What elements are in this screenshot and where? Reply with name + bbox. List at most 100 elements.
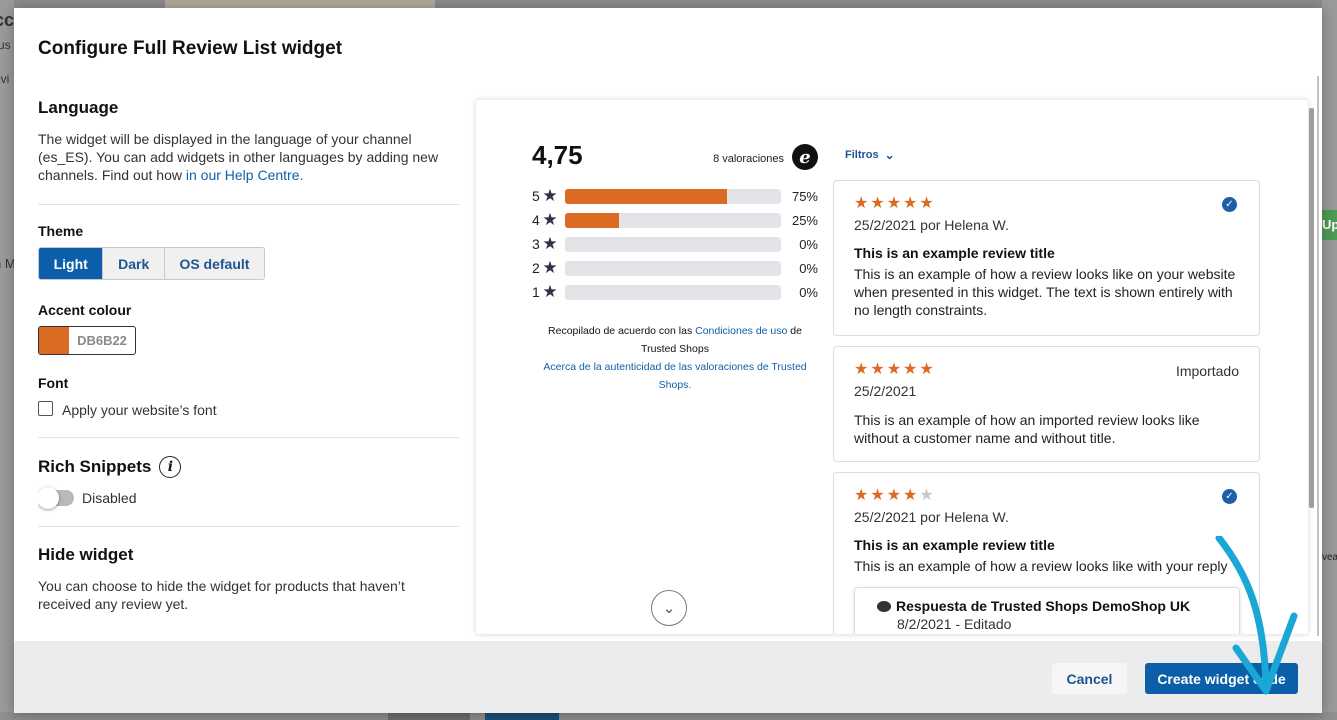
review-card: ★★★★★ ✓ 25/2/2021 por Helena W. This is … bbox=[833, 180, 1260, 336]
apply-font-checkbox[interactable] bbox=[38, 401, 53, 416]
rich-snippets-heading: Rich Snippets bbox=[38, 457, 152, 476]
background-bottom-bar bbox=[0, 712, 1337, 720]
rich-snippets-status: Disabled bbox=[82, 490, 137, 506]
authenticity-link[interactable]: Acerca de la autenticidad de las valorac… bbox=[543, 361, 806, 391]
preview-scrollbar[interactable] bbox=[1309, 108, 1314, 508]
rating-bar-row[interactable]: 3 ★ 0% bbox=[532, 232, 818, 256]
modal-footer: Cancel Create widget code bbox=[14, 641, 1322, 713]
hide-widget-description: You can choose to hide the widget for pr… bbox=[38, 578, 405, 612]
background-top-bar bbox=[165, 0, 435, 8]
modal-scrollbar[interactable] bbox=[1317, 76, 1319, 636]
review-card: ★★★★★ Importado 25/2/2021 This is an exa… bbox=[833, 346, 1260, 462]
accent-colour-field[interactable]: DB6B22 bbox=[38, 326, 136, 355]
background-left-strip: cc rus evi n M bbox=[0, 0, 14, 720]
terms-of-use-link[interactable]: Condiciones de uso bbox=[695, 325, 787, 337]
background-fragment: evi bbox=[0, 72, 10, 86]
help-centre-link[interactable]: in our Help Centre. bbox=[186, 167, 304, 183]
rating-percentage: 25% bbox=[791, 212, 818, 228]
star-level-label: 5 bbox=[532, 188, 540, 204]
hide-widget-heading: Hide widget bbox=[38, 545, 134, 564]
star-icon: ★ bbox=[542, 282, 558, 301]
rating-bar-row[interactable]: 5 ★ 75% bbox=[532, 184, 818, 208]
shop-reply: Respuesta de Trusted Shops DemoShop UK 8… bbox=[854, 587, 1240, 634]
verified-icon: ✓ bbox=[1222, 489, 1237, 504]
rating-bar-track bbox=[565, 212, 781, 228]
theme-option-light[interactable]: Light bbox=[39, 248, 104, 279]
imported-badge: Importado bbox=[1175, 363, 1239, 379]
review-title: This is an example review title bbox=[854, 245, 1055, 261]
review-text: This is an example of how an imported re… bbox=[854, 412, 1200, 446]
rating-bar-row[interactable]: 2 ★ 0% bbox=[532, 256, 818, 280]
settings-column[interactable]: Language The widget will be displayed in… bbox=[38, 98, 459, 643]
rich-snippets-toggle-row[interactable]: Disabled bbox=[38, 487, 459, 509]
theme-option-os-default[interactable]: OS default bbox=[164, 248, 264, 279]
background-fragment: vea bbox=[1322, 552, 1337, 563]
configure-widget-modal: Configure Full Review List widget Langua… bbox=[14, 8, 1322, 713]
accent-colour-swatch[interactable] bbox=[39, 327, 69, 354]
widget-preview: 4,75 8 valoraciones e 5 ★ 75% 4 ★ 25% 3 ★ 0% 2 ★ 0%… bbox=[476, 100, 1308, 634]
star-rating: ★★★★★ bbox=[854, 195, 936, 212]
review-date: 25/2/2021 por Helena W. bbox=[854, 509, 1009, 525]
theme-label: Theme bbox=[38, 223, 84, 239]
review-date: 25/2/2021 por Helena W. bbox=[854, 217, 1009, 233]
divider bbox=[38, 204, 459, 205]
reply-date: 8/2/2021 - Editado bbox=[897, 616, 1012, 632]
rating-percentage: 0% bbox=[799, 260, 818, 276]
reply-author-name: Respuesta de Trusted Shops DemoShop UK bbox=[896, 598, 1191, 614]
star-level-label: 2 bbox=[532, 260, 540, 276]
filters-dropdown[interactable]: Filtros ⌄ bbox=[845, 148, 895, 162]
star-icon: ★ bbox=[542, 258, 558, 277]
background-manage-button bbox=[388, 712, 470, 720]
chevron-down-icon: ⌄ bbox=[884, 148, 895, 162]
rating-bar-track bbox=[565, 236, 781, 252]
rating-percentage: 75% bbox=[791, 188, 818, 204]
language-description: The widget will be displayed in the lang… bbox=[38, 130, 459, 184]
rating-percentage: 0% bbox=[799, 284, 818, 300]
review-list: ★★★★★ ✓ 25/2/2021 por Helena W. This is … bbox=[833, 180, 1260, 634]
background-create-button bbox=[485, 712, 559, 720]
accent-colour-label: Accent colour bbox=[38, 302, 132, 318]
info-icon[interactable]: i bbox=[159, 456, 182, 478]
toggle-knob bbox=[38, 487, 59, 509]
rating-percentage: 0% bbox=[799, 236, 818, 252]
reply-author: Respuesta de Trusted Shops DemoShop UK bbox=[877, 598, 1217, 614]
rich-snippets-toggle[interactable] bbox=[38, 487, 74, 509]
source-notice: Recopilado de acuerdo con las Condicione… bbox=[532, 322, 818, 394]
source-text: Recopilado de acuerdo con las bbox=[548, 325, 696, 337]
apply-font-label: Apply your website’s font bbox=[62, 402, 217, 418]
star-level-label: 1 bbox=[532, 284, 540, 300]
font-option[interactable]: Apply your website’s font bbox=[38, 399, 459, 418]
review-text: This is an example of how a review looks… bbox=[854, 266, 1236, 318]
rating-bar-row[interactable]: 1 ★ 0% bbox=[532, 280, 818, 304]
rating-bar-fill bbox=[565, 188, 727, 204]
cancel-button[interactable]: Cancel bbox=[1052, 663, 1127, 694]
background-fragment: cc bbox=[0, 10, 14, 30]
divider bbox=[38, 526, 459, 527]
background-fragment: n M bbox=[0, 256, 14, 271]
background-up-button: Up bbox=[1322, 210, 1337, 240]
background-right-strip: Up vea bbox=[1322, 0, 1337, 720]
star-icon: ★ bbox=[542, 234, 558, 253]
average-score: 4,75 bbox=[532, 140, 583, 170]
theme-option-dark[interactable]: Dark bbox=[103, 248, 165, 279]
rich-snippets-header: Rich Snippets i bbox=[38, 456, 459, 478]
review-title: This is an example review title bbox=[854, 537, 1055, 553]
star-rating: ★★★★★ bbox=[854, 487, 936, 504]
verified-icon: ✓ bbox=[1222, 197, 1237, 212]
rating-distribution: 5 ★ 75% 4 ★ 25% 3 ★ 0% 2 ★ 0% 1 ★ 0% bbox=[532, 184, 818, 304]
star-level-label: 4 bbox=[532, 212, 540, 228]
accent-colour-value[interactable]: DB6B22 bbox=[69, 327, 135, 354]
rating-bar-row[interactable]: 4 ★ 25% bbox=[532, 208, 818, 232]
review-date: 25/2/2021 bbox=[854, 383, 917, 399]
star-icon: ★ bbox=[542, 210, 558, 229]
rating-bar-track bbox=[565, 284, 781, 300]
chevron-down-icon[interactable]: ⌄ bbox=[651, 590, 687, 626]
trusted-shops-logo-icon: e bbox=[792, 144, 818, 170]
language-heading: Language bbox=[38, 98, 119, 117]
background-fragment: rus bbox=[0, 38, 11, 52]
create-widget-code-button[interactable]: Create widget code bbox=[1145, 663, 1298, 694]
modal-title: Configure Full Review List widget bbox=[38, 38, 343, 59]
rating-bar-fill bbox=[565, 212, 619, 228]
font-label: Font bbox=[38, 375, 69, 391]
divider bbox=[38, 437, 459, 438]
